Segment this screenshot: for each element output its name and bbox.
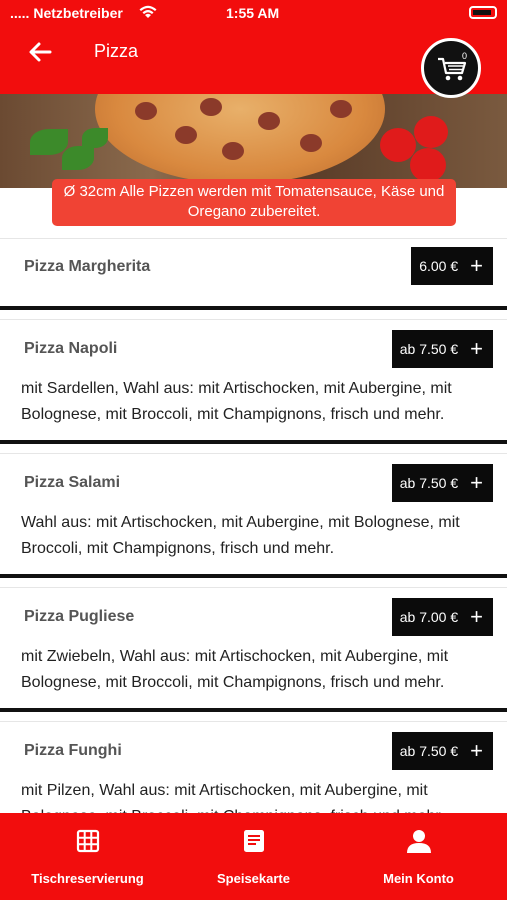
product-price: ab 7.50 € — [399, 743, 459, 759]
nav-label: Speisekarte — [217, 871, 290, 886]
product-price: ab 7.00 € — [399, 609, 459, 625]
pizza-topping — [222, 142, 244, 160]
pizza-topping — [175, 126, 197, 144]
product-name: Pizza Napoli — [24, 340, 118, 357]
carrier-label: ..... Netzbetreiber — [10, 5, 123, 21]
pizza-topping — [200, 98, 222, 116]
product-price: ab 7.50 € — [399, 341, 459, 357]
cart-button[interactable]: 0 — [421, 38, 481, 98]
product-description: mit Zwiebeln, Wahl aus: mit Artischocken… — [21, 648, 449, 691]
category-hero-image — [0, 94, 507, 188]
tomato — [380, 128, 416, 162]
add-to-cart-button[interactable]: ab 7.50 € + — [391, 330, 493, 368]
basil-leaf — [82, 128, 108, 148]
status-time: 1:55 AM — [226, 5, 280, 21]
status-bar: ..... Netzbetreiber 1:55 AM — [0, 0, 507, 26]
list-item[interactable]: Pizza Napoli ab 7.50 € + mit Sardellen, W… — [0, 319, 507, 444]
pizza-topping — [135, 102, 157, 120]
plus-icon: + — [470, 738, 483, 763]
add-to-cart-button[interactable]: ab 7.50 € + — [391, 464, 493, 502]
plus-icon: + — [470, 470, 483, 495]
tomato — [414, 116, 448, 148]
nav-label: Tischreservierung — [31, 871, 144, 886]
back-arrow-icon[interactable] — [24, 36, 56, 68]
info-banner: Ø 32cm Alle Pizzen werden mit Tomatensau… — [52, 179, 456, 226]
add-to-cart-button[interactable]: ab 7.00 € + — [391, 598, 493, 636]
product-price: ab 7.50 € — [399, 475, 459, 491]
basil-leaf — [30, 129, 68, 155]
list-item[interactable]: Pizza Pugliese ab 7.00 € + mit Zwiebeln, … — [0, 587, 507, 712]
menu-icon — [244, 830, 264, 852]
product-name: Pizza Funghi — [24, 742, 122, 759]
cart-count-badge: 0 — [462, 51, 468, 61]
tomato — [410, 148, 446, 182]
product-price: 6.00 € — [419, 258, 459, 274]
product-name: Pizza Margherita — [24, 258, 151, 275]
list-item[interactable]: Pizza Salami ab 7.50 € + Wahl aus: mit Ar… — [0, 453, 507, 578]
plus-icon: + — [470, 253, 483, 278]
product-name: Pizza Salami — [24, 474, 121, 491]
list-item[interactable]: Pizza Margherita 6.00 € + — [0, 238, 507, 310]
nav-label: Mein Konto — [383, 871, 454, 886]
pizza-topping — [330, 100, 352, 118]
pizza-topping — [258, 112, 280, 130]
page-title: Pizza — [94, 41, 139, 61]
product-name: Pizza Pugliese — [24, 608, 135, 625]
nav-speisekarte[interactable]: Speisekarte — [169, 813, 338, 900]
product-description: Wahl aus: mit Artischocken, mit Aubergin… — [21, 514, 460, 557]
nav-mein-konto[interactable]: Mein Konto — [334, 813, 503, 900]
battery-icon — [469, 6, 497, 19]
basil-leaf — [62, 146, 94, 170]
product-description: mit Sardellen, Wahl aus: mit Artischocke… — [21, 380, 452, 423]
plus-icon: + — [470, 604, 483, 629]
pizza-topping — [300, 134, 322, 152]
wifi-icon — [139, 5, 157, 18]
add-to-cart-button[interactable]: 6.00 € + — [411, 247, 493, 285]
grid-icon — [76, 829, 100, 853]
bottom-navigation: Tischreservierung Speisekarte Mein Konto — [0, 813, 507, 900]
plus-icon: + — [470, 336, 483, 361]
add-to-cart-button[interactable]: ab 7.50 € + — [391, 732, 493, 770]
nav-tischreservierung[interactable]: Tischreservierung — [3, 813, 172, 900]
user-icon — [407, 830, 431, 853]
